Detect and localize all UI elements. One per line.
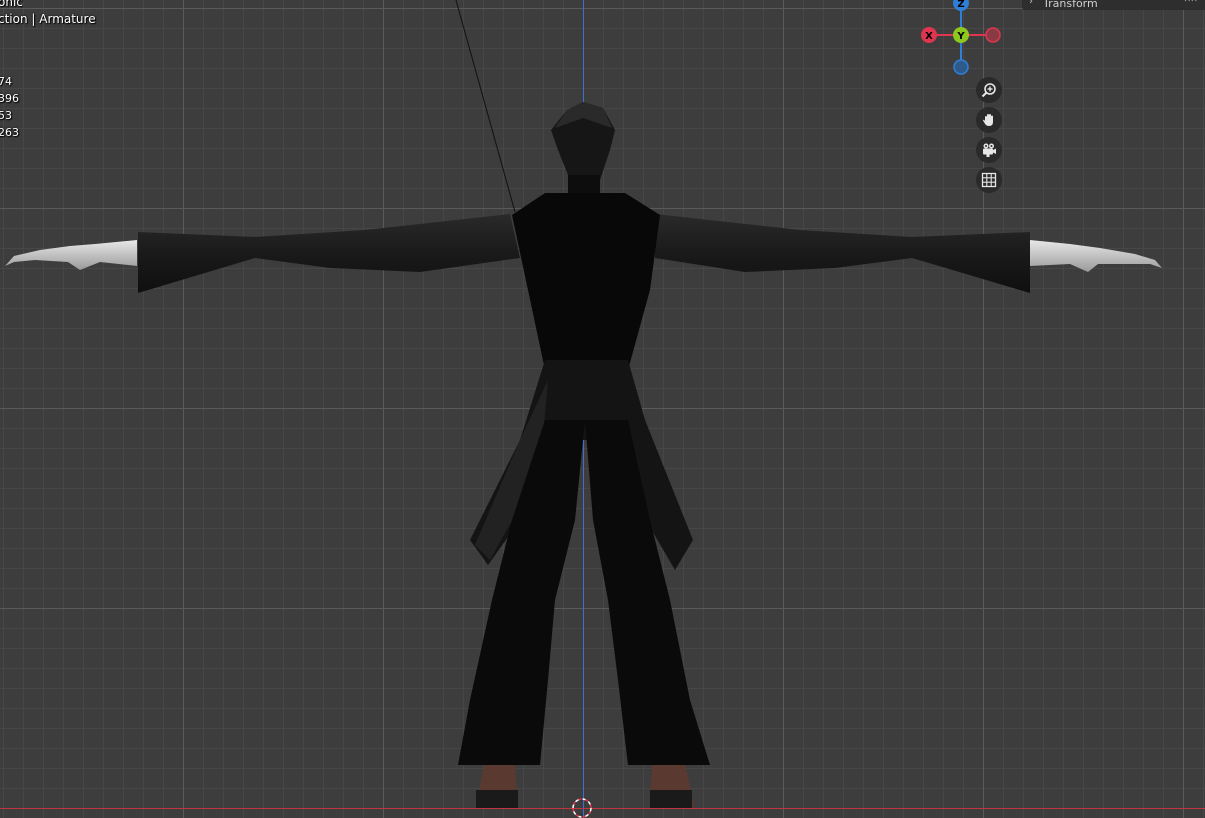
x-axis-label: X <box>925 31 933 42</box>
y-axis-label: Y <box>956 31 965 42</box>
camera-view-button[interactable] <box>976 137 1002 163</box>
stat-edges: 53 <box>0 109 12 122</box>
stat-objects: 74 <box>0 75 12 88</box>
pan-button[interactable] <box>976 107 1002 133</box>
coat-tails <box>470 360 693 570</box>
transform-panel-header[interactable]: › Transform ∷∷ <box>1022 0 1205 10</box>
scene-statistics: 74 396 53 263 <box>0 73 19 141</box>
armature-bone-line <box>455 0 516 213</box>
right-hand <box>1030 240 1162 272</box>
zoom-in-icon <box>981 83 996 98</box>
view-title-text: onic <box>0 0 23 9</box>
neg-z-axis-handle <box>953 59 969 75</box>
ortho-toggle-button[interactable] <box>976 167 1002 193</box>
left-hand <box>5 240 137 270</box>
grid-icon <box>981 172 997 188</box>
navigation-gizmo[interactable]: Z X Y <box>915 0 1005 80</box>
drag-handle-icon[interactable]: ∷∷ <box>1185 0 1198 5</box>
neg-x-axis-handle <box>985 27 1001 43</box>
camera-icon <box>983 143 996 157</box>
hand-pan-icon <box>983 114 993 126</box>
left-arm <box>138 214 520 293</box>
torso <box>512 193 660 370</box>
3d-cursor-icon[interactable] <box>571 797 593 818</box>
3d-viewport[interactable] <box>0 0 1205 818</box>
stat-vertices: 396 <box>0 92 19 105</box>
zoom-button[interactable] <box>976 77 1002 103</box>
z-axis-label: Z <box>957 0 964 10</box>
character-model[interactable] <box>0 0 1205 818</box>
collection-object-text: ction | Armature <box>0 12 96 26</box>
chevron-right-icon: › <box>1029 0 1033 7</box>
stat-faces: 263 <box>0 126 19 139</box>
right-arm <box>655 214 1030 293</box>
transform-panel-label: Transform <box>1043 0 1098 10</box>
